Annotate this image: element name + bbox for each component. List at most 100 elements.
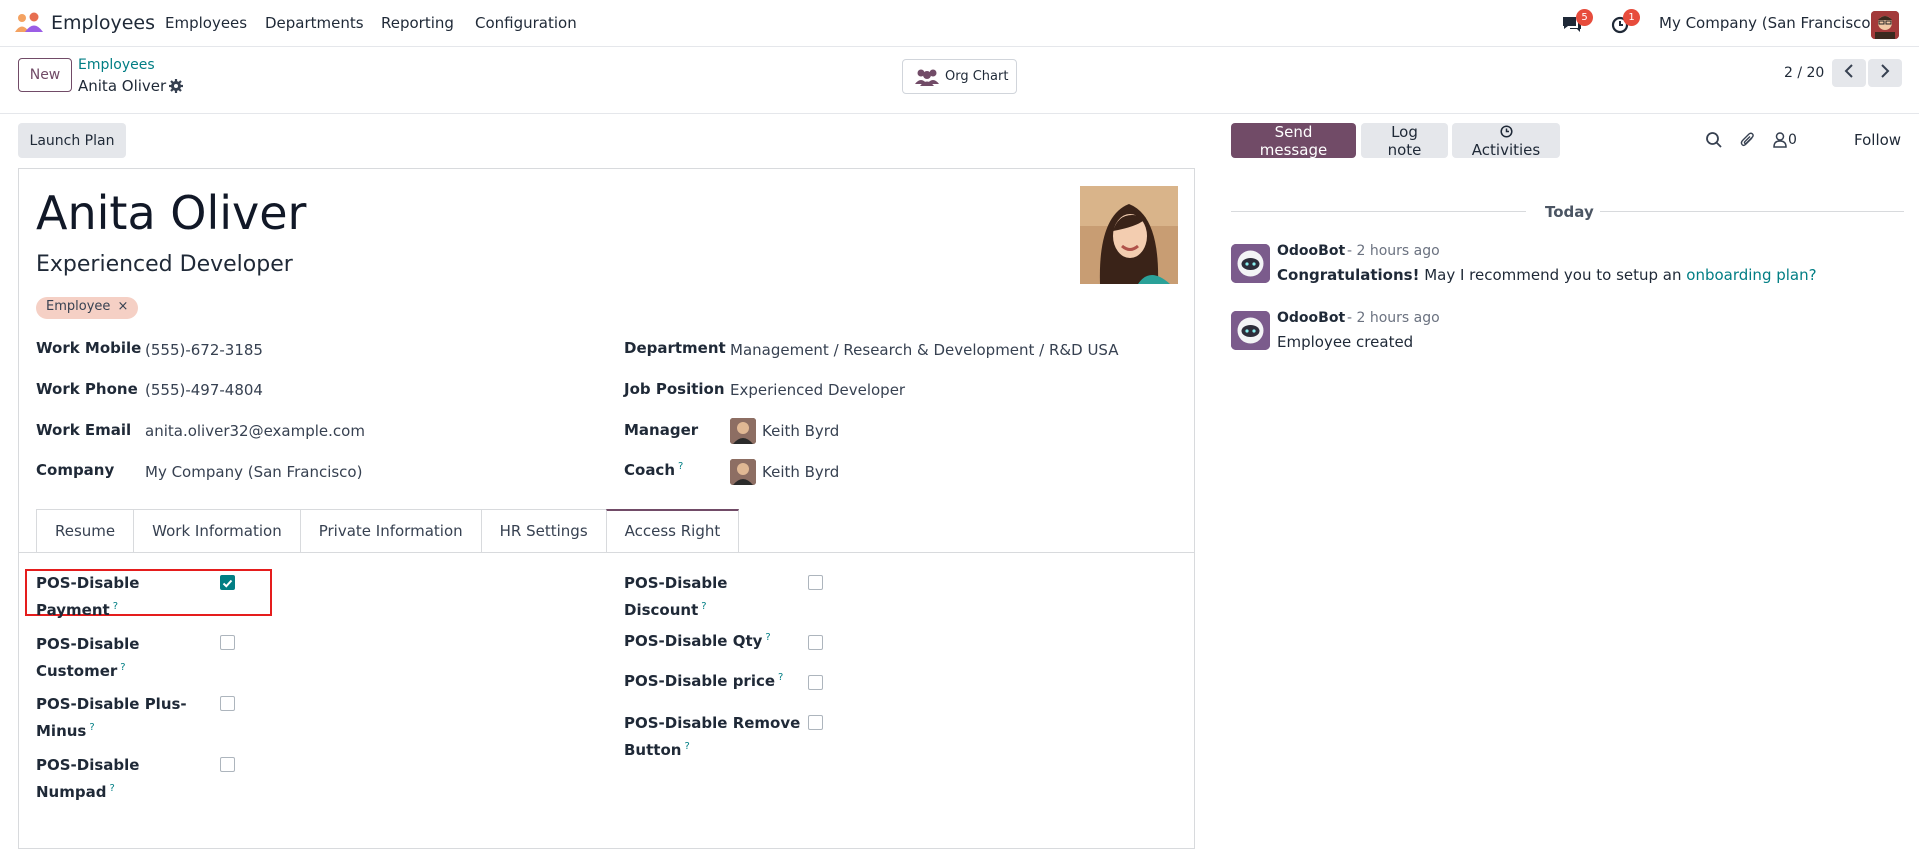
company-switcher[interactable]: My Company (San Francisco)	[1659, 14, 1876, 32]
access-label-line: POS-Disable	[36, 574, 140, 592]
tab-resume[interactable]: Resume	[36, 509, 135, 552]
app-name[interactable]: Employees	[51, 12, 155, 34]
help-icon[interactable]: ?	[701, 601, 706, 612]
access-label-line: Customer	[36, 662, 118, 680]
user-icon[interactable]	[1771, 131, 1789, 149]
launch-plan-button[interactable]: Launch Plan	[18, 123, 126, 158]
checkbox-disable-qty[interactable]	[808, 635, 823, 650]
access-label-disable-numpad: POS-Disable Numpad?	[36, 753, 139, 804]
help-icon[interactable]: ?	[120, 662, 125, 673]
new-button[interactable]: New	[18, 58, 72, 92]
tag-employee: Employee ×	[36, 297, 139, 319]
field-label-job-position: Job Position	[624, 380, 725, 398]
field-label-work-mobile: Work Mobile	[36, 339, 142, 357]
paperclip-icon[interactable]	[1739, 131, 1757, 149]
send-message-button[interactable]: Send message	[1231, 123, 1356, 159]
checkbox-disable-discount[interactable]	[808, 575, 823, 590]
checkbox-disable-numpad[interactable]	[220, 757, 235, 772]
log-note-button[interactable]: Log note	[1361, 123, 1448, 159]
access-label-line: Payment	[36, 601, 110, 619]
tab-work-information[interactable]: Work Information	[133, 509, 301, 552]
field-coach[interactable]: Keith Byrd	[762, 463, 839, 481]
field-label-manager: Manager	[624, 421, 699, 439]
onboarding-plan-link[interactable]: onboarding plan?	[1686, 266, 1816, 284]
access-label-line: POS-Disable price	[624, 672, 776, 690]
field-work-mobile[interactable]: (555)-672-3185	[145, 341, 263, 359]
checkbox-disable-plus-minus[interactable]	[220, 696, 235, 711]
pager-next-button[interactable]	[1868, 59, 1902, 87]
message-text: May I recommend you to setup an	[1419, 266, 1687, 284]
search-icon[interactable]	[1705, 131, 1723, 149]
access-label-line: POS-Disable Plus-	[36, 695, 187, 713]
employees-app-icon[interactable]	[14, 12, 44, 34]
field-work-email[interactable]: anita.oliver32@example.com	[145, 422, 365, 440]
field-work-phone[interactable]: (555)-497-4804	[145, 381, 263, 399]
access-label-disable-remove-button: POS-Disable Remove Button?	[624, 711, 800, 762]
tab-hr-settings[interactable]: HR Settings	[480, 509, 607, 552]
chevron-left-icon	[1844, 63, 1853, 78]
help-icon[interactable]: ?	[778, 672, 783, 683]
checkbox-disable-payment[interactable]	[220, 575, 235, 590]
message-author[interactable]: OdooBot	[1277, 310, 1345, 326]
tag-label: Employee	[46, 299, 111, 314]
menu-employees[interactable]: Employees	[165, 14, 247, 32]
field-label-coach: Coach?	[624, 461, 683, 479]
separator-line	[1600, 211, 1904, 212]
tabs-divider	[19, 552, 1194, 553]
control-panel: New Employees Anita Oliver Org Chart 2 /…	[0, 47, 1919, 114]
breadcrumb-employees[interactable]: Employees	[78, 57, 155, 73]
employee-photo[interactable]	[1080, 186, 1178, 284]
field-label-work-email: Work Email	[36, 421, 132, 439]
pager-previous-button[interactable]	[1832, 59, 1866, 87]
access-label-line: Button	[624, 741, 682, 759]
tab-private-information[interactable]: Private Information	[299, 509, 482, 552]
top-navbar: Employees Employees Departments Reportin…	[0, 0, 1919, 47]
follow-button[interactable]: Follow	[1854, 131, 1901, 149]
menu-departments[interactable]: Departments	[265, 14, 364, 32]
field-manager[interactable]: Keith Byrd	[762, 422, 839, 440]
user-avatar[interactable]	[1871, 11, 1899, 39]
field-department[interactable]: Management / Research & Development / R&…	[730, 341, 1118, 359]
help-icon[interactable]: ?	[113, 601, 118, 612]
help-icon[interactable]: ?	[89, 722, 94, 733]
field-job-position[interactable]: Experienced Developer	[730, 381, 905, 399]
help-icon[interactable]: ?	[109, 783, 114, 794]
activities-badge: 1	[1623, 9, 1640, 26]
org-chart-icon	[915, 69, 939, 86]
access-label-disable-plus-minus: POS-Disable Plus- Minus?	[36, 692, 187, 743]
field-company[interactable]: My Company (San Francisco)	[145, 463, 362, 481]
help-icon[interactable]: ?	[765, 632, 770, 643]
employee-job-title[interactable]: Experienced Developer	[36, 252, 293, 277]
manager-avatar	[730, 418, 756, 444]
access-label-disable-qty: POS-Disable Qty?	[624, 632, 771, 650]
employee-name[interactable]: Anita Oliver	[36, 186, 306, 240]
day-separator: Today	[1545, 203, 1594, 221]
checkbox-disable-remove-button[interactable]	[808, 715, 823, 730]
message-author[interactable]: OdooBot	[1277, 243, 1345, 259]
coach-avatar	[730, 459, 756, 485]
menu-configuration[interactable]: Configuration	[475, 14, 577, 32]
pager-value[interactable]: 2 / 20	[1784, 65, 1824, 81]
coach-help-icon[interactable]: ?	[678, 461, 683, 472]
access-label-disable-customer: POS-Disable Customer?	[36, 632, 139, 683]
help-icon[interactable]: ?	[684, 741, 689, 752]
employee-form-sheet: Anita Oliver Experienced Developer Emplo…	[18, 168, 1195, 849]
access-label-line: POS-Disable	[624, 574, 728, 592]
checkbox-disable-customer[interactable]	[220, 635, 235, 650]
access-label-line: POS-Disable	[36, 635, 140, 653]
clock-icon	[1499, 125, 1513, 138]
gear-icon[interactable]	[168, 78, 184, 94]
menu-reporting[interactable]: Reporting	[381, 14, 454, 32]
tag-remove-icon[interactable]: ×	[118, 299, 129, 314]
message-body: Congratulations! May I recommend you to …	[1277, 266, 1817, 284]
field-label-work-phone: Work Phone	[36, 380, 138, 398]
access-label-line: Minus	[36, 722, 87, 740]
activities-button[interactable]: Activities	[1452, 123, 1560, 159]
followers-count[interactable]: 0	[1788, 132, 1797, 148]
access-label-disable-discount: POS-Disable Discount?	[624, 571, 727, 622]
tab-access-right[interactable]: Access Right	[605, 509, 740, 552]
access-label-line: POS-Disable Qty	[624, 632, 763, 650]
checkbox-disable-price[interactable]	[808, 675, 823, 690]
org-chart-button[interactable]: Org Chart	[902, 59, 1017, 94]
access-label-line: POS-Disable	[36, 756, 140, 774]
